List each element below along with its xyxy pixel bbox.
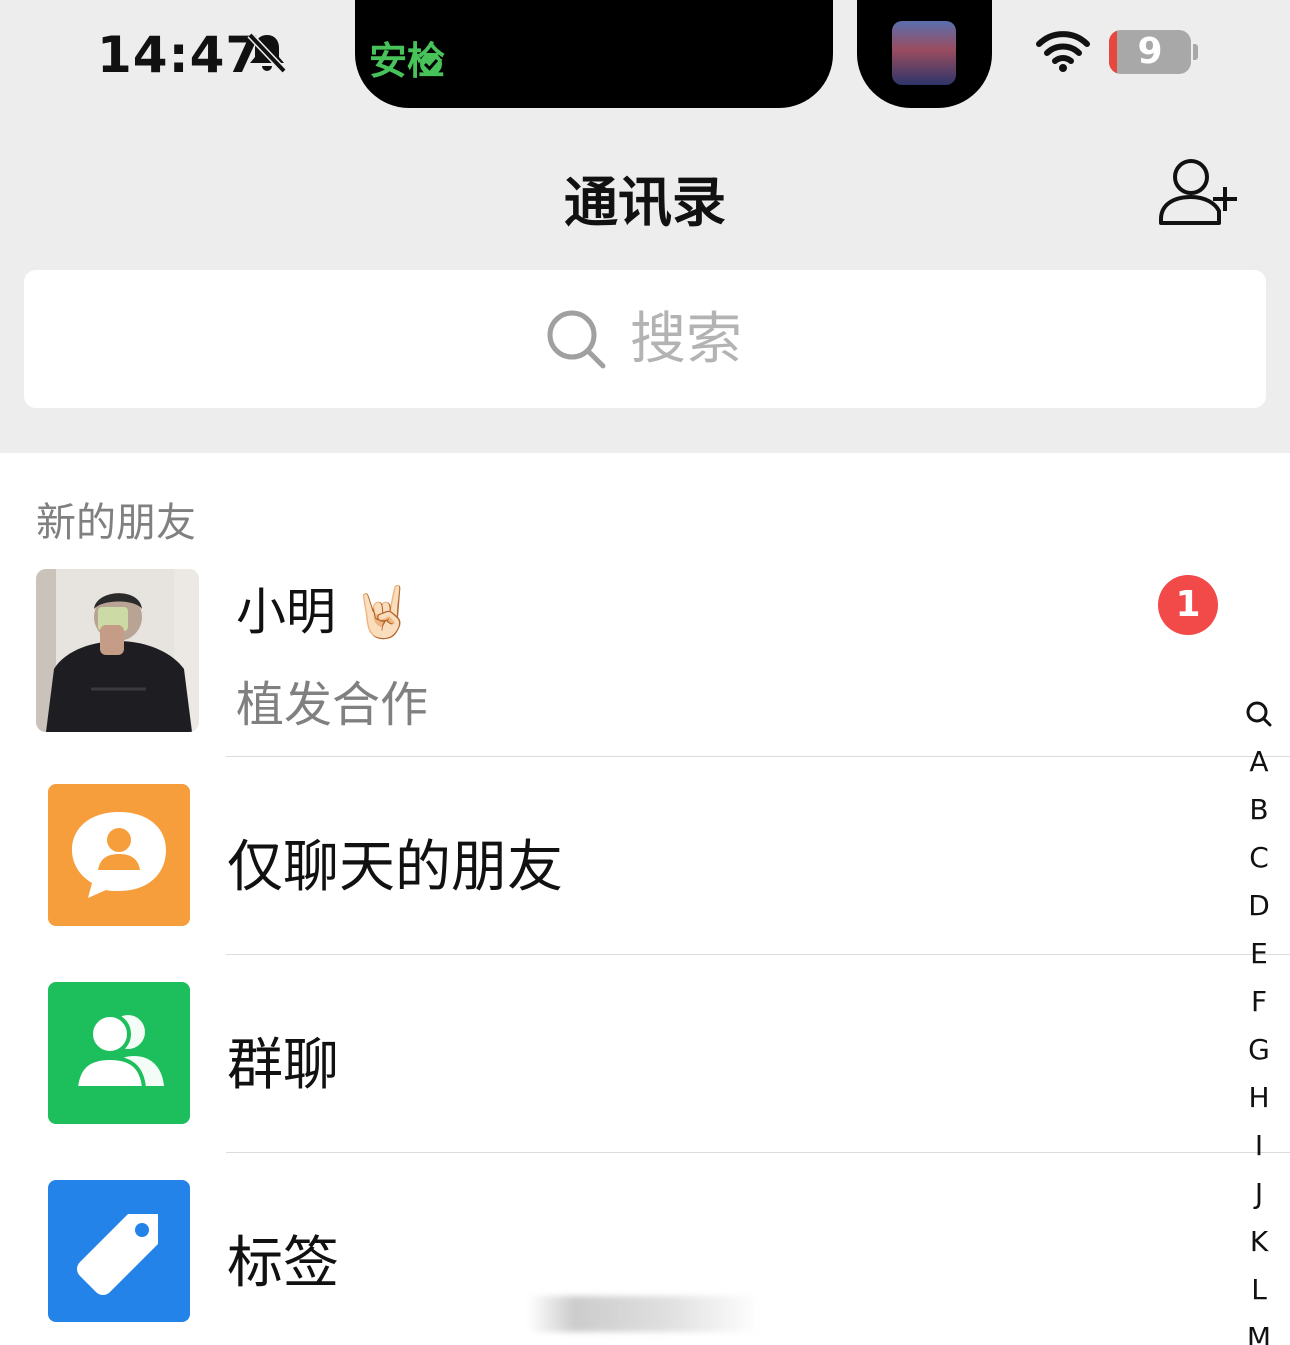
request-message: 植发合作	[236, 677, 429, 733]
entry-label: 群聊	[227, 1033, 339, 1098]
entry-label: 标签	[227, 1231, 339, 1296]
chat-only-icon	[48, 784, 190, 926]
index-letter[interactable]: B	[1236, 786, 1282, 834]
index-letter[interactable]: C	[1236, 834, 1282, 882]
divider	[226, 954, 1290, 955]
search-placeholder: 搜索	[630, 307, 742, 372]
index-letter[interactable]: G	[1236, 1026, 1282, 1074]
divider	[226, 756, 1290, 757]
index-letter[interactable]: H	[1236, 1074, 1282, 1122]
shield-check-icon	[420, 53, 442, 75]
now-playing-pill[interactable]	[857, 0, 992, 108]
album-art	[892, 21, 956, 85]
dynamic-island[interactable]: 安检	[355, 0, 833, 108]
index-letter[interactable]: F	[1236, 978, 1282, 1026]
unread-badge: 1	[1158, 575, 1218, 635]
tag-icon	[48, 1180, 190, 1322]
battery-icon: 9	[1109, 30, 1191, 74]
avatar	[36, 569, 199, 732]
add-contact-icon[interactable]	[1155, 155, 1245, 229]
alphabet-index-bar[interactable]: A B C D E F G H I J K L M	[1236, 690, 1282, 1345]
entry-label: 仅聊天的朋友	[227, 835, 563, 900]
search-input[interactable]: 搜索	[24, 270, 1266, 408]
rock-hand-emoji: 🤘🏻	[351, 583, 415, 641]
index-letter[interactable]: A	[1236, 738, 1282, 786]
index-letter[interactable]: L	[1236, 1266, 1282, 1314]
battery-percent: 9	[1137, 31, 1163, 72]
index-search-icon[interactable]	[1236, 690, 1282, 738]
index-letter[interactable]: M	[1236, 1314, 1282, 1345]
index-letter[interactable]: E	[1236, 930, 1282, 978]
request-name-text: 小明	[236, 583, 336, 641]
index-letter[interactable]: J	[1236, 1170, 1282, 1218]
request-name: 小明 🤘🏻	[236, 572, 414, 644]
blurred-watermark	[528, 1296, 760, 1332]
section-header-new-friends: 新的朋友	[36, 500, 196, 546]
page-title: 通讯录	[564, 171, 726, 234]
search-icon	[547, 310, 606, 369]
group-chat-icon	[48, 982, 190, 1124]
battery-tip	[1193, 44, 1198, 60]
wifi-icon	[1036, 31, 1090, 72]
index-letter[interactable]: D	[1236, 882, 1282, 930]
bell-off-icon	[247, 32, 287, 74]
index-letter[interactable]: I	[1236, 1122, 1282, 1170]
divider	[226, 1152, 1290, 1153]
contacts-screen: 14:47 安检 9 通讯录 搜索 新的朋友 小明 🤘🏻 植发合作 1 仅聊天的…	[0, 0, 1290, 1345]
status-time: 14:47	[97, 26, 262, 84]
header-area: 14:47 安检 9 通讯录 搜索	[0, 0, 1290, 453]
index-letter[interactable]: K	[1236, 1218, 1282, 1266]
